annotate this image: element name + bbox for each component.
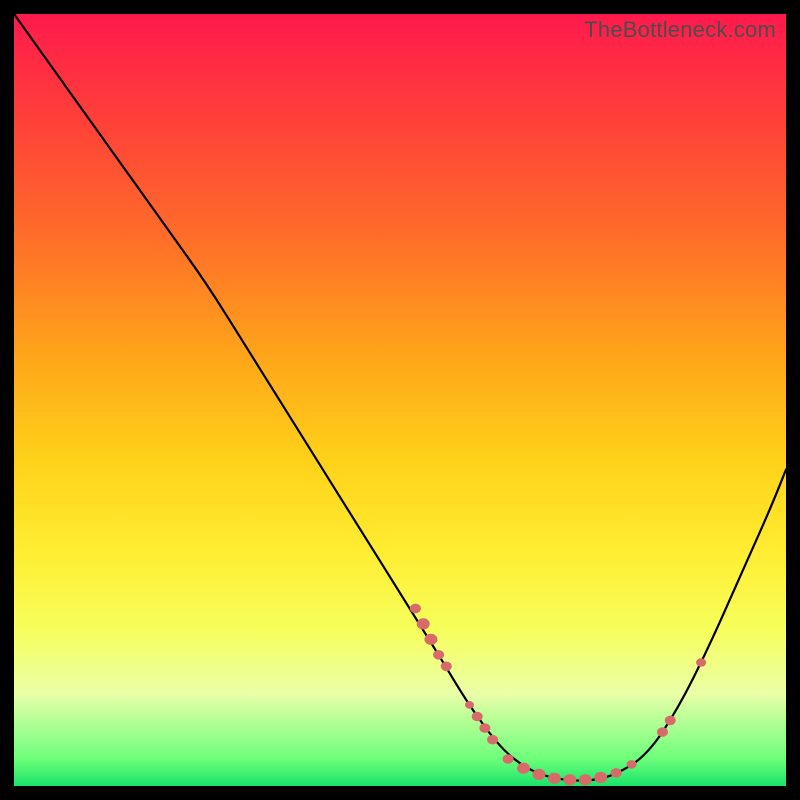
highlight-dot	[417, 619, 429, 629]
highlight-dot	[472, 712, 482, 721]
highlight-dot	[518, 763, 530, 773]
bottleneck-curve-path	[14, 14, 786, 781]
highlight-dot	[410, 604, 420, 613]
highlight-dot	[564, 775, 576, 785]
highlight-dot	[665, 716, 675, 725]
highlight-dot	[503, 755, 513, 764]
highlight-dot	[595, 772, 607, 782]
bottleneck-curve-svg	[14, 14, 786, 786]
highlight-dot	[697, 659, 706, 667]
highlight-dot	[611, 769, 621, 778]
highlight-dot	[627, 761, 636, 769]
highlight-dot	[533, 769, 545, 779]
chart-frame: TheBottleneck.com	[14, 14, 786, 786]
highlight-dot	[658, 728, 668, 737]
highlight-dot	[548, 773, 560, 783]
highlight-dot	[466, 702, 474, 709]
highlight-dot	[425, 634, 437, 644]
highlight-dots-group	[410, 604, 705, 785]
highlight-dot	[434, 651, 444, 660]
highlight-dot	[480, 724, 490, 733]
highlight-dot	[488, 735, 498, 744]
highlight-dot	[579, 775, 591, 785]
highlight-dot	[441, 662, 451, 671]
